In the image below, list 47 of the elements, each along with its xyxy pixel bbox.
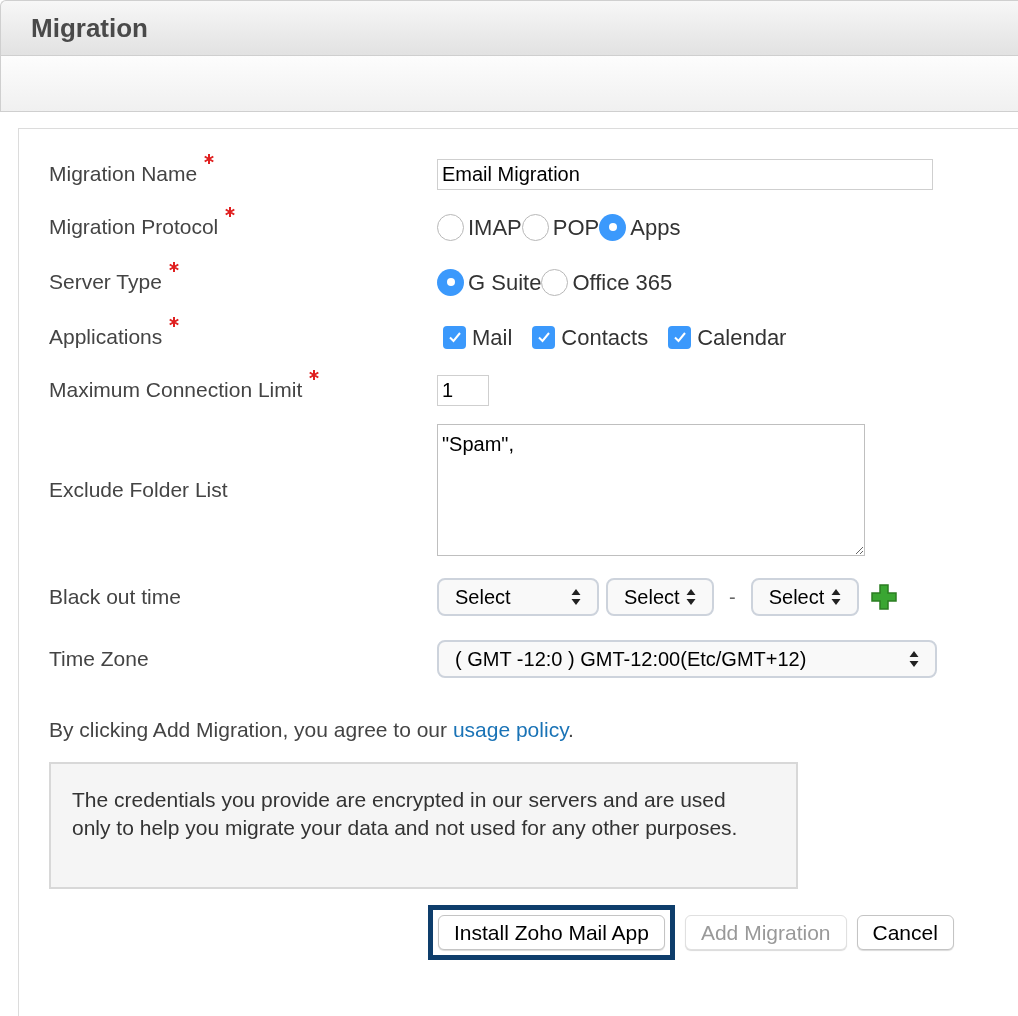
text-input-field[interactable]: Email Migration [437, 158, 933, 190]
dropdown-arrows-icon [686, 588, 696, 606]
field-label: Server Type [49, 269, 162, 296]
radio-label[interactable]: G Suite [468, 265, 542, 299]
radio-button[interactable] [437, 213, 464, 241]
field-label: Time Zone [49, 646, 149, 673]
end-select[interactable]: Select [750, 578, 859, 616]
checkbox-label[interactable]: Calendar [697, 320, 787, 354]
field-label: Maximum Connection Limit [49, 377, 303, 404]
radio-label[interactable]: IMAP [468, 210, 522, 244]
field-label: Applications [49, 324, 163, 351]
start-select[interactable]: Select [606, 578, 714, 616]
add-icon[interactable] [869, 583, 898, 611]
check-icon [447, 330, 462, 344]
field-label: Black out time [49, 584, 181, 611]
start-select[interactable]: Select [437, 578, 599, 616]
time-zone-select[interactable]: ( GMT -12:0 ) GMT-12:00(Etc/GMT+12) [437, 640, 937, 678]
dropdown-arrows-icon [909, 650, 919, 668]
field-label: Exclude Folder List [49, 477, 228, 504]
radio-label[interactable]: Office 365 [572, 265, 673, 299]
text-area-field[interactable]: "Spam", [437, 424, 865, 556]
checkbox[interactable] [532, 325, 556, 349]
check-icon [672, 330, 687, 344]
window-title: Migration [31, 11, 148, 45]
radio-button[interactable] [541, 268, 569, 296]
action-button: Add Migration [684, 915, 847, 950]
action-button[interactable]: Install Zoho Mail App [438, 915, 665, 950]
number-input-field[interactable]: 1 [437, 374, 489, 406]
range-separator: - [729, 585, 736, 610]
field-label: Migration Name [49, 161, 198, 188]
radio-label[interactable]: Apps [630, 210, 681, 244]
checkbox[interactable] [668, 325, 692, 349]
action-button[interactable]: Cancel [856, 915, 954, 950]
radio-label[interactable]: POP [552, 210, 600, 244]
checkbox[interactable] [443, 325, 466, 349]
dropdown-arrows-icon [571, 588, 581, 606]
security-note: The credentials you provide are encrypted in our servers and are used only to help you migrate your data and not used for any other purposes. [72, 787, 739, 841]
dropdown-arrows-icon [830, 588, 841, 606]
checkbox-label[interactable]: Contacts [561, 320, 649, 354]
usage-policy-link[interactable]: usage policy [452, 718, 569, 742]
radio-button[interactable] [521, 213, 549, 241]
field-label: Migration Protocol [49, 214, 219, 241]
radio-button[interactable] [599, 213, 627, 241]
check-icon [536, 330, 551, 344]
agreement-text: By clicking Add Migration, you agree to our usage policy. [49, 717, 574, 744]
checkbox-label[interactable]: Mail [472, 320, 513, 354]
radio-button[interactable] [437, 268, 464, 296]
